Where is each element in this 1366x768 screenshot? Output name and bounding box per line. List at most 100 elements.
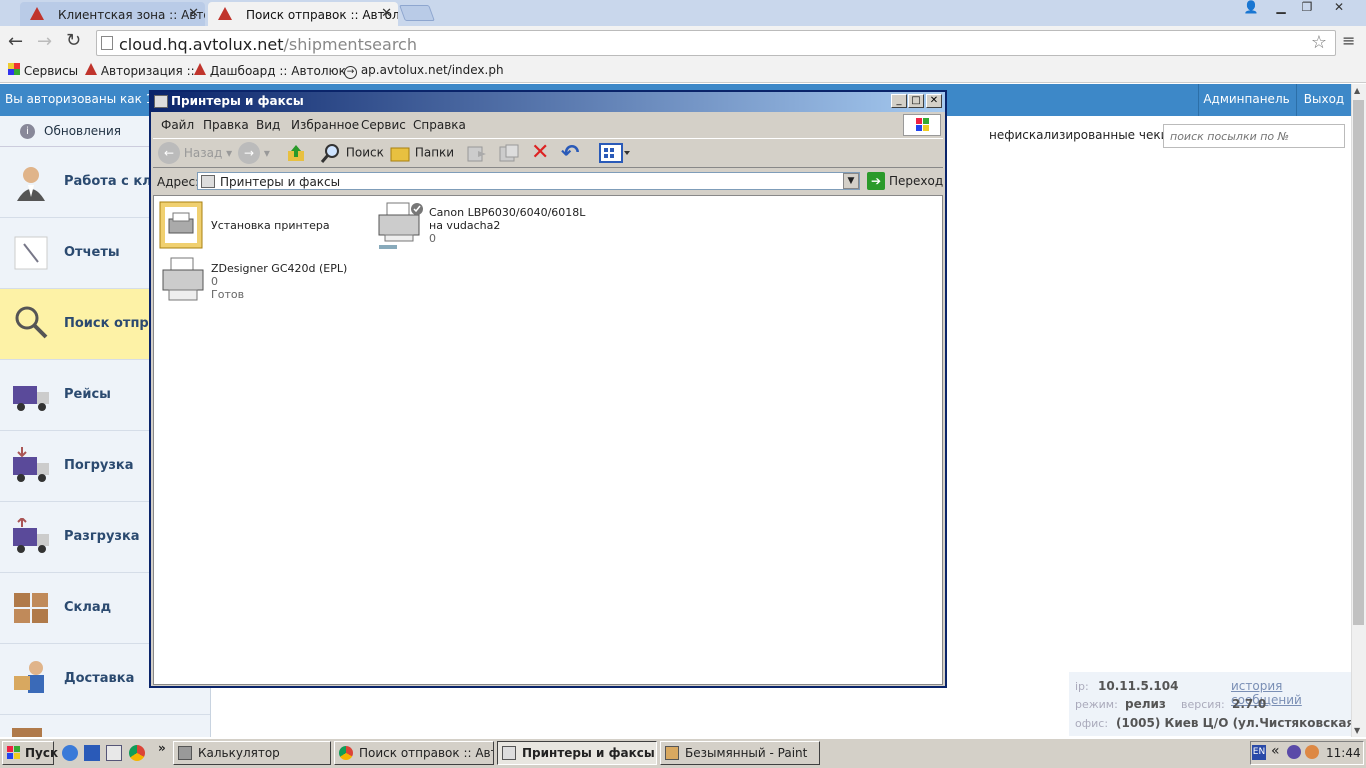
unfiscalized-receipts-link[interactable]: нефискализированные чеки (989, 128, 1168, 142)
browser-tab-shipment-search[interactable]: Поиск отправок :: Автолюк ✕ (208, 2, 398, 26)
printer-name[interactable]: Canon LBP6030/6040/6018L на vudacha2 (429, 206, 589, 232)
menu-favorites[interactable]: Избранное (291, 118, 359, 132)
window-title: Принтеры и факсы (151, 92, 945, 112)
bookmark-auth[interactable]: Авторизация :: (85, 63, 195, 78)
maximize-window-button[interactable]: □ (908, 94, 924, 108)
move-to-icon[interactable] (466, 143, 488, 163)
dropdown-arrow-icon[interactable]: ▼ (843, 173, 859, 189)
task-paint[interactable]: Безымянный - Paint (660, 741, 820, 765)
close-window-button[interactable]: ✕ (926, 94, 942, 108)
url-host: cloud.hq.avtolux.net (119, 35, 284, 54)
truck-icon (12, 378, 50, 416)
task-calculator[interactable]: Калькулятор (173, 741, 331, 765)
task-label: Принтеры и факсы (522, 746, 655, 760)
page-icon (101, 36, 113, 50)
back-icon: ← (158, 142, 180, 164)
printer-name[interactable]: Установка принтера (211, 219, 330, 232)
zdesigner-printer-item[interactable] (161, 256, 205, 301)
back-button[interactable]: ← Назад ▾ (158, 142, 232, 164)
chrome-icon[interactable] (129, 745, 145, 761)
menu-tools[interactable]: Сервис (361, 118, 406, 132)
copy-to-icon[interactable] (498, 143, 520, 163)
new-tab-button[interactable] (399, 5, 435, 21)
paint-icon (665, 746, 679, 760)
word-icon[interactable] (84, 745, 100, 761)
close-tab-icon[interactable]: ✕ (188, 6, 199, 21)
user-profile-icon[interactable]: 👤 (1238, 0, 1264, 18)
globe-icon: → (344, 66, 357, 79)
search-icon (320, 142, 342, 164)
folders-label: Папки (414, 145, 455, 160)
bookmark-label: Авторизация :: (100, 64, 195, 78)
quicklaunch-more-icon[interactable]: » (158, 741, 166, 755)
restore-browser-button[interactable]: ❐ (1294, 0, 1320, 18)
explorer-icon[interactable] (106, 745, 122, 761)
bookmark-ap[interactable]: → ap.avtolux.net/index.ph (344, 63, 504, 79)
printer-icon (161, 256, 205, 301)
printer-name[interactable]: ZDesigner GC420d (EPL) (211, 262, 347, 275)
forward-arrow-icon[interactable]: → (37, 31, 52, 52)
views-icon[interactable] (599, 143, 631, 163)
menu-help[interactable]: Справка (413, 118, 466, 132)
folder-up-icon[interactable] (286, 143, 306, 163)
task-printers[interactable]: Принтеры и факсы (497, 741, 657, 765)
search-button[interactable]: Поиск (320, 142, 384, 164)
browser-tab-client-zone[interactable]: Клиентская зона :: Автолю ✕ (20, 2, 205, 26)
forward-button[interactable]: → ▾ (238, 142, 270, 164)
minimize-window-button[interactable]: _ (891, 94, 907, 108)
scroll-down-icon[interactable]: ▼ (1354, 726, 1360, 735)
start-button[interactable]: Пуск (2, 741, 58, 765)
pencil-icon (12, 234, 50, 272)
version-label: версия: (1181, 698, 1225, 711)
url-path: /shipmentsearch (283, 35, 417, 54)
printer-folder-icon (201, 175, 215, 188)
updates-link[interactable]: Обновления (44, 124, 121, 138)
menu-view[interactable]: Вид (256, 118, 280, 132)
scroll-up-icon[interactable]: ▲ (1354, 86, 1360, 95)
admin-panel-link[interactable]: Админпанель (1198, 84, 1294, 116)
task-chrome[interactable]: Поиск отправок :: Авто... (334, 741, 494, 765)
truck-load-icon (12, 447, 50, 485)
reload-icon[interactable]: ↻ (66, 30, 81, 51)
minimize-browser-button[interactable]: ▁ (1268, 0, 1294, 18)
parcel-search-input[interactable] (1163, 124, 1345, 148)
bookmark-apps[interactable]: Сервисы (8, 63, 78, 78)
folders-button[interactable]: Папки (389, 142, 454, 164)
logout-link[interactable]: Выход (1296, 84, 1351, 116)
menu-edit[interactable]: Правка (203, 118, 249, 132)
address-combobox[interactable]: Принтеры и факсы ▼ (197, 172, 860, 190)
apps-grid-icon (8, 63, 20, 75)
tray-expand-icon[interactable]: « (1271, 743, 1280, 759)
menu-file[interactable]: Файл (161, 118, 194, 132)
task-label: Поиск отправок :: Авто... (359, 746, 493, 760)
bookmark-star-icon[interactable]: ☆ (1311, 32, 1327, 53)
printer-icon (377, 201, 423, 249)
add-printer-item[interactable] (159, 201, 203, 249)
task-label: Калькулятор (198, 746, 280, 760)
scrollbar-thumb[interactable] (1353, 100, 1364, 625)
bookmark-dashboard[interactable]: Дашбоард :: Автолюк (194, 63, 346, 78)
back-arrow-icon[interactable]: ← (8, 31, 23, 52)
tray-app-icon[interactable] (1287, 745, 1301, 759)
ip-value: 10.11.5.104 (1098, 679, 1179, 693)
version-value: 2.7.0 (1232, 697, 1267, 711)
ie-icon[interactable] (62, 745, 78, 761)
task-label: Безымянный - Paint (685, 746, 808, 760)
canon-printer-item[interactable] (377, 201, 423, 249)
tray-network-icon[interactable] (1305, 745, 1319, 759)
go-button[interactable]: ➔ Переход (865, 171, 943, 191)
windows-logo-icon (903, 114, 941, 136)
undo-icon[interactable]: ↶ (561, 141, 579, 166)
delete-icon[interactable]: ✕ (531, 142, 549, 164)
info-icon: i (20, 124, 35, 139)
start-label: Пуск (25, 746, 59, 760)
windows-logo-icon (7, 746, 21, 763)
clock: 11:44 (1326, 746, 1361, 760)
office-value: (1005) Киев Ц/О (ул.Чистяковская, 30) (1116, 716, 1366, 730)
close-tab-icon[interactable]: ✕ (381, 6, 392, 21)
calculator-icon (178, 746, 192, 760)
address-bar[interactable]: cloud.hq.avtolux.net/shipmentsearch ☆ (96, 30, 1336, 56)
close-browser-button[interactable]: ✕ (1326, 0, 1352, 18)
browser-menu-icon[interactable]: ≡ (1342, 31, 1355, 50)
language-indicator[interactable]: EN (1252, 745, 1266, 760)
